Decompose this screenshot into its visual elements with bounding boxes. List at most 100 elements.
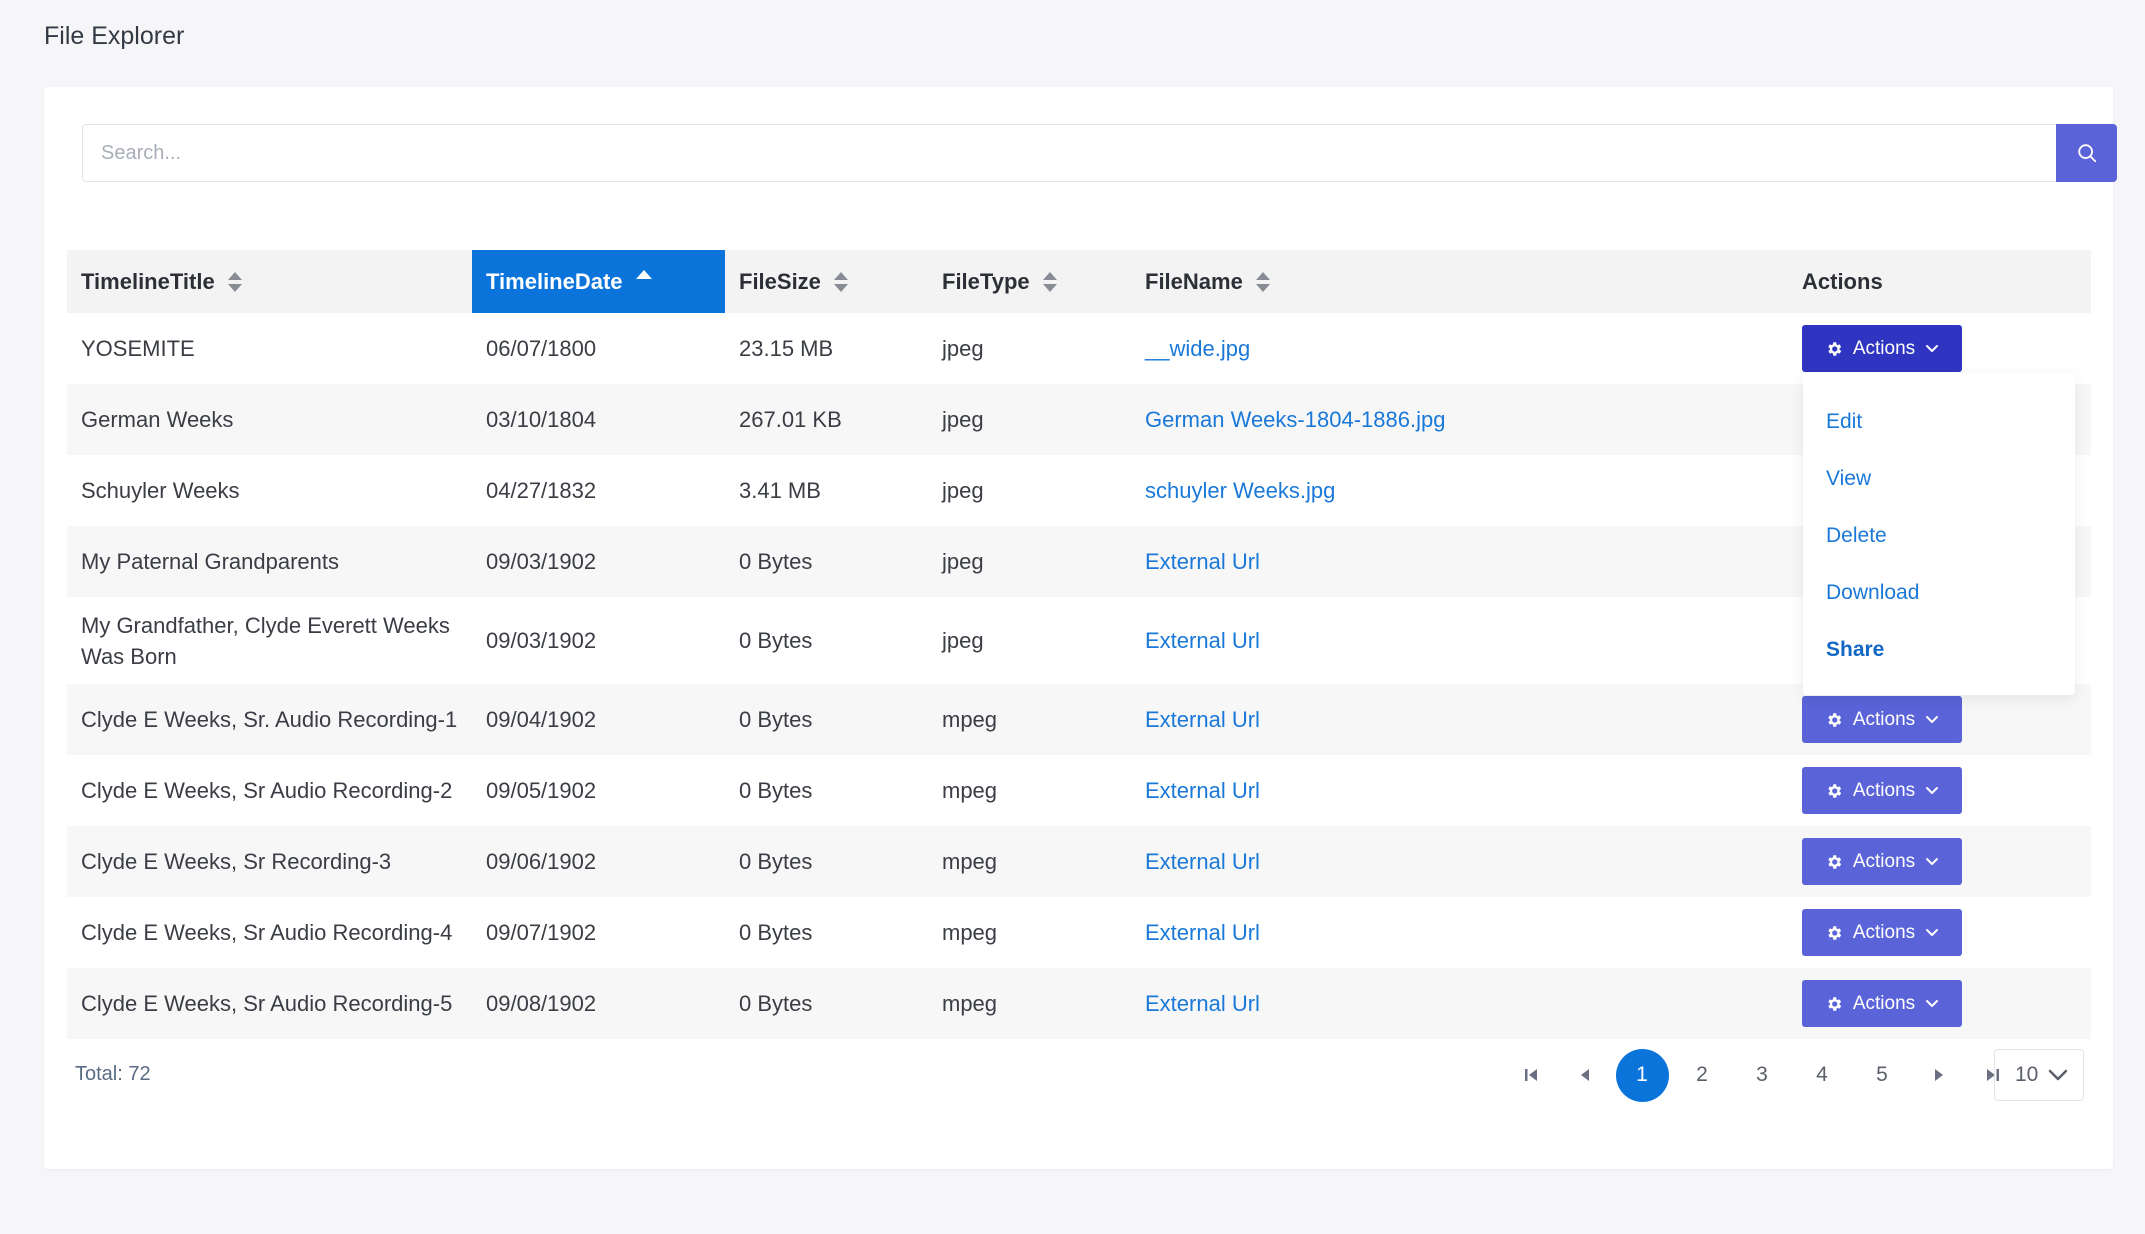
actions-button[interactable]: Actions: [1802, 838, 1962, 885]
chevron-down-icon: [1926, 857, 1939, 865]
cell-timeline-title: Schuyler Weeks: [81, 478, 240, 503]
table-row: Clyde E Weeks, Sr Audio Recording-4 09/07…: [67, 897, 2091, 968]
cell-file-name-link[interactable]: German Weeks-1804-1886.jpg: [1131, 404, 1788, 435]
cell-file-name-link[interactable]: External Url: [1131, 546, 1788, 577]
cell-file-name-link[interactable]: __wide.jpg: [1131, 333, 1788, 364]
chevron-down-icon: [1926, 786, 1939, 794]
cell-file-size: 0 Bytes: [739, 778, 813, 803]
page-label: 3: [1756, 1063, 1768, 1086]
column-label: TimelineDate: [486, 268, 623, 294]
cell-timeline-date: 06/07/1800: [486, 336, 597, 361]
chevron-down-icon: [2049, 1069, 2068, 1081]
cell-file-type: jpeg: [942, 336, 984, 361]
page-number-3[interactable]: 3: [1732, 1049, 1792, 1101]
search-button[interactable]: [2056, 124, 2117, 182]
cell-file-name-link[interactable]: External Url: [1131, 917, 1788, 948]
menu-item-edit[interactable]: Edit: [1803, 393, 2075, 450]
gear-icon: [1828, 925, 1842, 940]
gear-icon: [1828, 996, 1842, 1011]
page-size-select[interactable]: 10: [1994, 1049, 2084, 1101]
page-number-5[interactable]: 5: [1852, 1049, 1912, 1101]
cell-file-name-link[interactable]: External Url: [1131, 988, 1788, 1019]
page-size-value: 10: [2015, 1063, 2039, 1086]
page-label: 1: [1615, 1048, 1669, 1102]
column-header-file-name[interactable]: FileName: [1131, 250, 1788, 313]
search-icon: [2077, 144, 2096, 163]
page-title: File Explorer: [44, 22, 185, 50]
files-table: TimelineTitle TimelineDate FileSize File…: [67, 250, 2091, 1039]
actions-button-label: Actions: [1852, 337, 1916, 359]
menu-item-view[interactable]: View: [1803, 450, 2075, 507]
cell-file-size: 23.15 MB: [739, 336, 834, 361]
cell-file-name-link[interactable]: External Url: [1131, 846, 1788, 877]
cell-file-name-link[interactable]: External Url: [1131, 704, 1788, 735]
cell-timeline-date: 03/10/1804: [486, 407, 597, 432]
table-row: My Grandfather, Clyde Everett Weeks Was …: [67, 597, 2091, 684]
cell-file-size: 0 Bytes: [739, 628, 813, 653]
column-label: FileName: [1145, 268, 1243, 294]
cell-timeline-title: Clyde E Weeks, Sr Audio Recording-4: [81, 920, 453, 945]
page-label: 5: [1876, 1063, 1888, 1086]
cell-timeline-date: 09/04/1902: [486, 707, 597, 732]
actions-button[interactable]: Actions: [1802, 767, 1962, 814]
chevron-down-icon: [1926, 928, 1939, 936]
cell-actions: Actions: [1788, 696, 2091, 743]
actions-button[interactable]: Actions: [1802, 909, 1962, 956]
table-row: Clyde E Weeks, Sr Recording-3 09/06/1902 0…: [67, 826, 2091, 897]
cell-timeline-title: My Grandfather, Clyde Everett Weeks Was …: [81, 612, 450, 669]
gear-icon: [1828, 712, 1842, 727]
next-page-icon: [1935, 1069, 1943, 1081]
table-header: TimelineTitle TimelineDate FileSize File…: [67, 250, 2091, 313]
column-label: FileSize: [739, 268, 821, 294]
cell-timeline-date: 09/03/1902: [486, 549, 597, 574]
cell-timeline-date: 09/03/1902: [486, 628, 597, 653]
column-header-file-type[interactable]: FileType: [928, 250, 1131, 313]
actions-button[interactable]: Actions: [1802, 980, 1962, 1027]
menu-item-share[interactable]: Share: [1803, 621, 2075, 678]
sort-icon: [227, 270, 243, 294]
actions-button[interactable]: Actions: [1802, 696, 1962, 743]
search-input[interactable]: [82, 124, 2056, 182]
cell-timeline-title: Clyde E Weeks, Sr Audio Recording-5: [81, 991, 453, 1016]
column-header-timeline-title[interactable]: TimelineTitle: [67, 250, 472, 313]
prev-page-button[interactable]: [1558, 1049, 1612, 1101]
actions-button[interactable]: Actions: [1802, 325, 1962, 372]
actions-button-label: Actions: [1852, 921, 1916, 943]
page-number-4[interactable]: 4: [1792, 1049, 1852, 1101]
page-number-1[interactable]: 1: [1612, 1048, 1672, 1102]
cell-file-type: mpeg: [942, 849, 998, 874]
cell-file-name-link[interactable]: schuyler Weeks.jpg: [1131, 475, 1788, 506]
menu-item-delete[interactable]: Delete: [1803, 507, 2075, 564]
first-page-button[interactable]: [1504, 1049, 1558, 1101]
cell-file-size: 267.01 KB: [739, 407, 842, 432]
cell-file-size: 0 Bytes: [739, 549, 813, 574]
chevron-down-icon: [1926, 715, 1939, 723]
cell-file-type: jpeg: [942, 407, 984, 432]
table-row: YOSEMITE 06/07/1800 23.15 MB jpeg __wide.jpg…: [67, 313, 2091, 384]
table-row: Clyde E Weeks, Sr. Audio Recording-1 09/0…: [67, 684, 2091, 755]
cell-file-type: jpeg: [942, 628, 984, 653]
gear-icon: [1828, 783, 1842, 798]
cell-timeline-date: 09/05/1902: [486, 778, 597, 803]
sort-icon: [1255, 270, 1271, 294]
total-count: Total: 72: [75, 1063, 151, 1085]
page-label: 4: [1816, 1063, 1828, 1086]
page-label: 2: [1696, 1063, 1708, 1086]
next-page-button[interactable]: [1912, 1049, 1966, 1101]
cell-file-name-link[interactable]: External Url: [1131, 625, 1788, 656]
prev-page-icon: [1581, 1069, 1589, 1081]
actions-button-label: Actions: [1852, 850, 1916, 872]
cell-file-size: 0 Bytes: [739, 920, 813, 945]
cell-file-name-link[interactable]: External Url: [1131, 775, 1788, 806]
first-page-icon: [1525, 1069, 1537, 1081]
column-header-file-size[interactable]: FileSize: [725, 250, 928, 313]
cell-file-type: mpeg: [942, 707, 998, 732]
table-row: German Weeks 03/10/1804 267.01 KB jpeg Germa…: [67, 384, 2091, 455]
cell-timeline-date: 04/27/1832: [486, 478, 597, 503]
chevron-down-icon: [1926, 344, 1939, 352]
table-body: YOSEMITE 06/07/1800 23.15 MB jpeg __wide.jpg…: [67, 313, 2091, 1039]
table-row: Clyde E Weeks, Sr Audio Recording-2 09/05…: [67, 755, 2091, 826]
page-number-2[interactable]: 2: [1672, 1049, 1732, 1101]
menu-item-download[interactable]: Download: [1803, 564, 2075, 621]
column-header-timeline-date[interactable]: TimelineDate: [472, 250, 725, 313]
